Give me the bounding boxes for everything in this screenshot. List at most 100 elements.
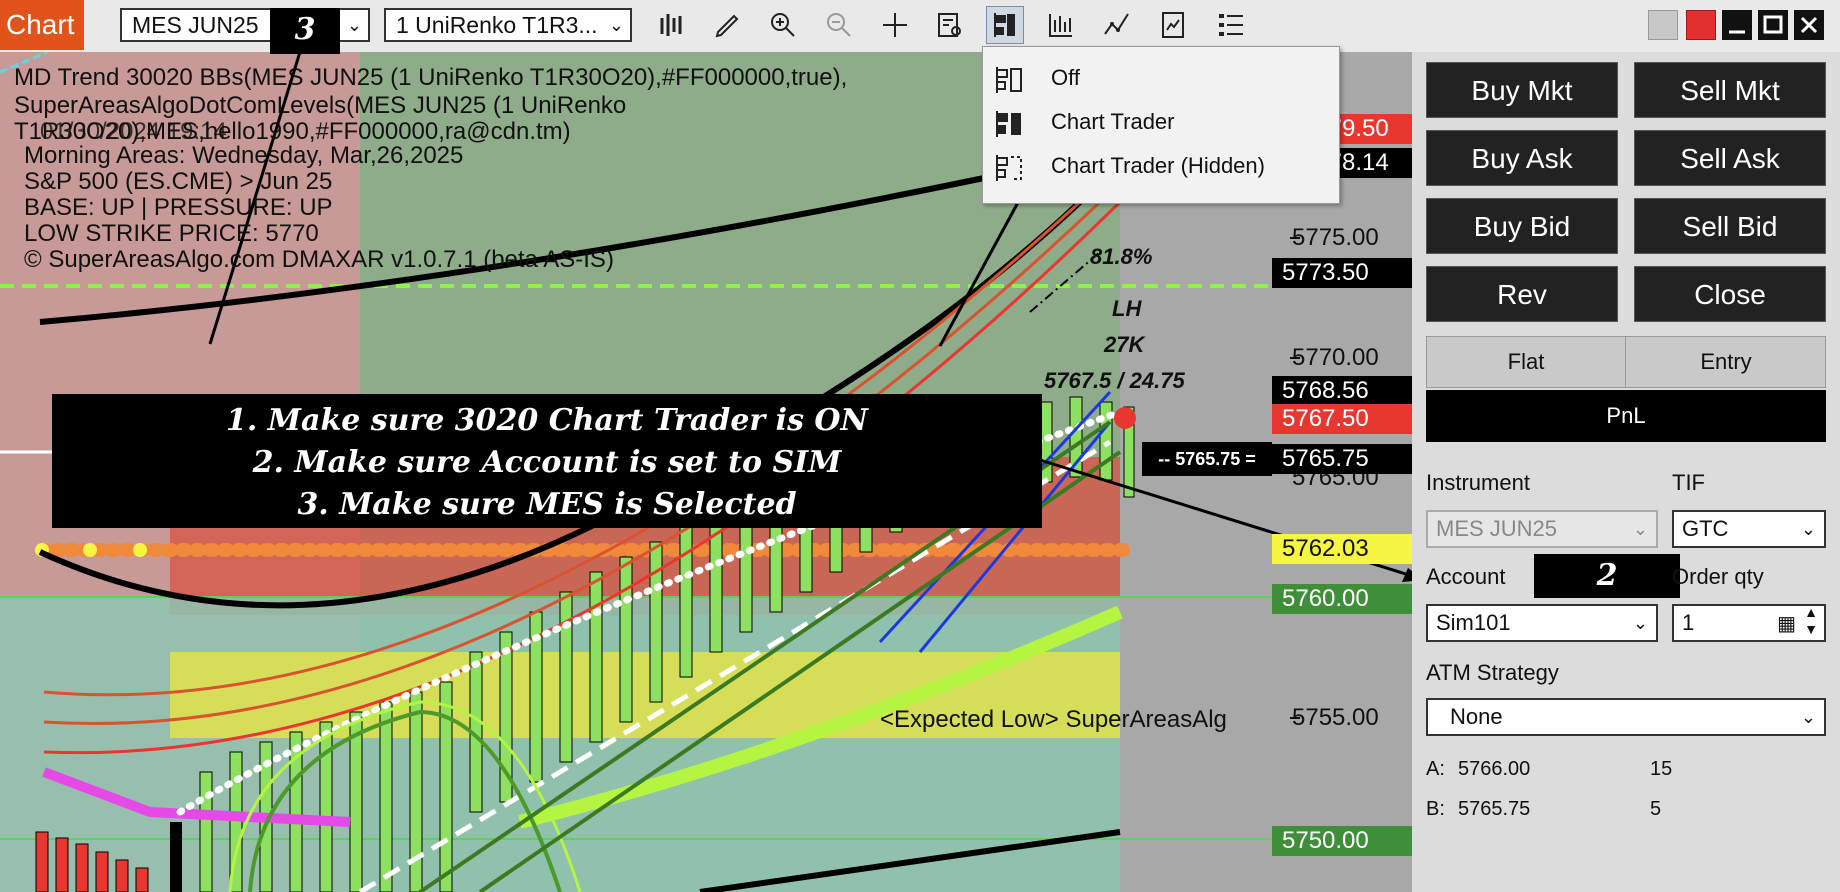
swing-level-label: 5767.5 / 24.75 [1044,368,1185,393]
zoom-out-icon[interactable] [820,6,858,44]
menu-item-chart-trader[interactable]: Chart Trader [983,101,1339,145]
close-window-button[interactable] [1794,10,1824,40]
current-price-marker [1114,407,1136,429]
price-axis-label: 5770.00 [1292,344,1379,371]
data-box-icon[interactable] [931,6,969,44]
menu-item-label: Chart Trader [1051,109,1175,134]
chevron-down-icon: ⌄ [608,15,624,35]
price-tag-5762: 5762.03 [1272,534,1412,564]
lh-label: LH [1112,296,1142,321]
indicators-icon[interactable] [1098,6,1136,44]
tif-label: TIF [1672,470,1705,495]
instrument-field-value: MES JUN25 [1436,516,1558,541]
chevron-down-icon: ⌄ [1800,707,1816,727]
chart-trader-icon[interactable] [986,6,1024,44]
position-flat-label: Flat [1427,337,1626,387]
instruction-line-3: 3. Make sure MES is Selected [297,487,797,522]
price-axis-label: 5775.00 [1292,224,1379,251]
ask-size: 15 [1650,758,1673,780]
account-label: Account [1426,564,1506,589]
buy-bid-button[interactable]: Buy Bid [1426,198,1618,254]
zoom-in-icon[interactable] [764,6,802,44]
sell-ask-button[interactable]: Sell Ask [1634,130,1826,186]
chart-trader-hidden-icon [993,151,1027,185]
maximize-button[interactable] [1758,10,1788,40]
position-strip: Flat Entry [1426,336,1826,388]
bid-size: 5 [1650,798,1662,820]
right-gray-zone [1120,202,1280,892]
sell-bid-button[interactable]: Sell Bid [1634,198,1826,254]
bar-type-icon[interactable] [653,6,691,44]
chart-trader-panel: Buy Mkt Sell Mkt Buy Ask Sell Ask Buy Bi… [1412,52,1840,892]
entry-price-label: Entry [1700,349,1752,374]
order-qty-value: 1 [1682,610,1695,635]
arrow-head-icon [1402,568,1412,582]
calculator-icon[interactable]: ▦ [1777,607,1796,641]
indicator-label-1: MD Trend 30020 BBs(MES JUN25 (1 UniRenko… [14,64,848,91]
low-strike-label: LOW STRIKE PRICE: 5770 [24,220,319,247]
instrument-selector-value: MES JUN25 [132,12,259,38]
color-link-button[interactable] [1686,10,1716,40]
yellow-dot [133,543,147,557]
chart-tab[interactable]: Chart [0,0,84,50]
buy-market-button[interactable]: Buy Mkt [1426,62,1618,118]
instruction-line-1: 1. Make sure 3020 Chart Trader is ON [226,403,868,438]
current-price-flag: -- 5765.75 = [1142,442,1272,476]
minimize-button[interactable] [1722,10,1752,40]
spin-arrows-icon[interactable]: ▲ ▼ [1804,604,1818,638]
close-position-button[interactable]: Close [1634,266,1826,322]
price-tag-5760: 5760.00 [1272,584,1412,614]
chevron-down-icon: ⌄ [346,15,362,35]
atm-strategy-select[interactable]: None ⌄ [1426,698,1826,736]
ask-label: A: [1426,758,1445,780]
link-button[interactable] [1648,10,1678,40]
yellow-dot [83,543,97,557]
menu-item-label: Off [1051,65,1080,90]
morning-areas-label: Morning Areas: Wednesday, Mar,26,2025 [24,142,464,169]
buy-ask-button[interactable]: Buy Ask [1426,130,1618,186]
indicator-label-2: SuperAreasAlgoDotComLevels(MES JUN25 (1 … [14,92,627,119]
chart-trader-off-icon [993,63,1027,97]
chevron-down-icon: ⌄ [1632,519,1648,539]
crosshair-icon[interactable] [876,6,914,44]
step-badge-3: 3 [270,8,340,54]
chevron-down-icon: ⌄ [1800,519,1816,539]
properties-icon[interactable] [1212,6,1250,44]
fib-percent-label: 81.8% [1090,244,1153,269]
bid-price: 5765.75 [1458,798,1531,820]
bar-type-selector-value: 1 UniRenko T1R3... [396,12,598,38]
bar-type-selector[interactable]: 1 UniRenko T1R3... ⌄ [384,8,632,42]
instruction-line-2: 2. Make sure Account is set to SIM [252,445,842,480]
menu-item-chart-trader-hidden[interactable]: Chart Trader (Hidden) [983,145,1339,189]
pnl-display: PnL [1426,390,1826,442]
reverse-button[interactable]: Rev [1426,266,1618,322]
order-qty-stepper[interactable]: 1 ▦ ▲ ▼ [1672,604,1826,642]
volume-label: 27K [1104,332,1145,357]
price-axis-label: 5755.00 [1292,704,1379,731]
instrument-label: Instrument [1426,470,1530,495]
price-tag-5750: 5750.00 [1272,826,1412,856]
strategies-icon[interactable] [1154,6,1192,44]
instrument-field: MES JUN25 ⌄ [1426,510,1658,548]
tif-select[interactable]: GTC ⌄ [1672,510,1826,548]
menu-item-off[interactable]: Off [983,57,1339,101]
chevron-down-icon: ⌄ [1632,613,1648,633]
menu-item-label: Chart Trader (Hidden) [1051,153,1265,178]
account-select-value: Sim101 [1436,610,1511,635]
bid-label: B: [1426,798,1445,820]
account-select[interactable]: Sim101 ⌄ [1426,604,1658,642]
instruction-callout: 1. Make sure 3020 Chart Trader is ON 2. … [52,394,1042,528]
order-qty-label: Order qty [1672,564,1764,589]
base-pressure-label: BASE: UP | PRESSURE: UP [24,194,333,221]
chart-trader-menu: Off Chart Trader Chart Trader (Hidden) [982,46,1340,204]
atm-strategy-label: ATM Strategy [1426,660,1559,685]
atm-strategy-value: None [1450,704,1503,729]
sell-market-button[interactable]: Sell Mkt [1634,62,1826,118]
tif-select-value: GTC [1682,516,1729,541]
price-tag-5767: 5767.50 [1272,404,1412,434]
draw-icon[interactable] [709,6,747,44]
chart-style-icon[interactable] [1042,6,1080,44]
price-tag-5765: 5765.75 [1272,444,1412,474]
copyright-label: © SuperAreasAlgo.com DMAXAR v1.0.7.1 (be… [24,246,614,273]
price-tag-5768: 5768.56 [1272,376,1412,406]
